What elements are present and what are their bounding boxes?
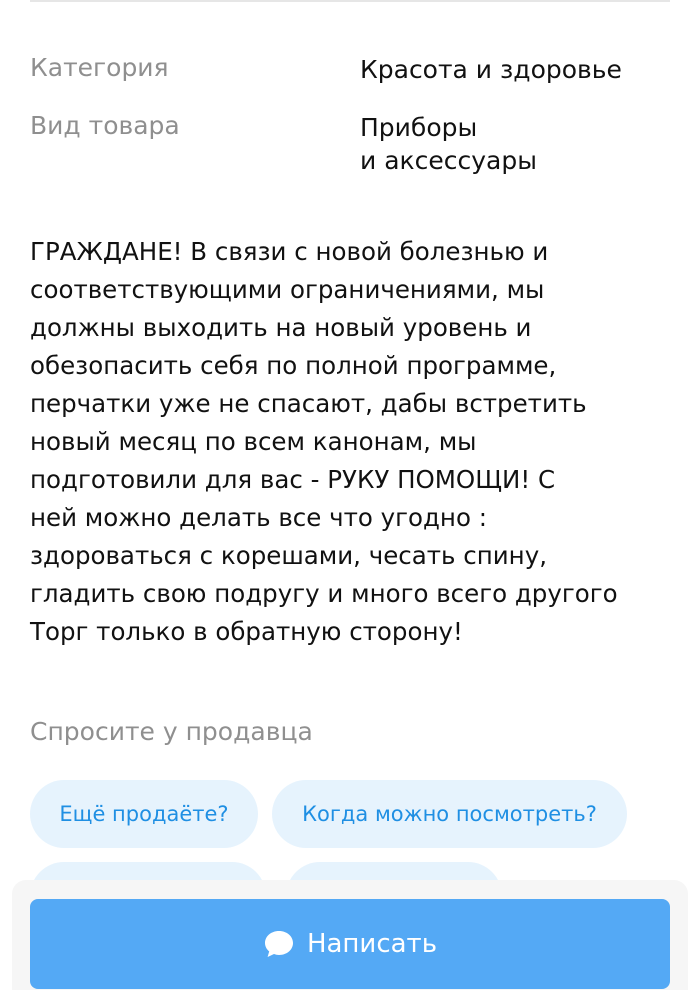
- property-value-item-type: Приборы и аксессуары: [360, 111, 660, 177]
- description-line: Торг только в обратную сторону!: [30, 617, 463, 646]
- description-line: должны выходить на новый уровень и: [30, 313, 532, 342]
- description-line: ГРАЖДАНЕ! В связи с новой болезнью и: [30, 237, 549, 266]
- property-value-line: Приборы: [360, 113, 478, 142]
- top-divider: [30, 0, 670, 2]
- listing-details-page: Категория Красота и здоровье Вид товара …: [0, 0, 700, 990]
- description-line: обезопасить себя по полной программе,: [30, 351, 557, 380]
- description-line: соответствующими ограничениями, мы: [30, 275, 545, 304]
- property-value-line: и аксессуары: [360, 146, 537, 175]
- ask-seller-title: Спросите у продавца: [30, 717, 313, 746]
- property-value-category: Красота и здоровье: [360, 53, 660, 86]
- property-value-line: Красота и здоровье: [360, 55, 622, 84]
- description-line: здороваться с корешами, чесать спину,: [30, 541, 547, 570]
- description-line: перчатки уже не спасают, дабы встретить: [30, 389, 587, 418]
- property-row-category: Категория Красота и здоровье: [30, 53, 670, 93]
- description-line: гладить свою подругу и много всего друго…: [30, 579, 618, 608]
- property-label-item-type: Вид товара: [30, 111, 180, 140]
- quick-question-when-to-view-chip[interactable]: Когда можно посмотреть?: [272, 780, 627, 848]
- description-line: новый месяц по всем канонам, мы: [30, 427, 477, 456]
- quick-question-still-selling-chip[interactable]: Ещё продаёте?: [30, 780, 258, 848]
- property-row-item-type: Вид товара Приборы и аксессуары: [30, 111, 670, 181]
- description-line: подготовили для вас - РУКУ ПОМОЩИ! С: [30, 465, 556, 494]
- property-label-category: Категория: [30, 53, 169, 82]
- write-button-label: Написать: [306, 929, 438, 959]
- write-message-button[interactable]: Написать: [30, 899, 670, 989]
- chat-bubble-icon: [263, 929, 295, 959]
- description-line: ней можно делать все что угодно :: [30, 503, 487, 532]
- listing-description: ГРАЖДАНЕ! В связи с новой болезнью и соо…: [30, 233, 670, 651]
